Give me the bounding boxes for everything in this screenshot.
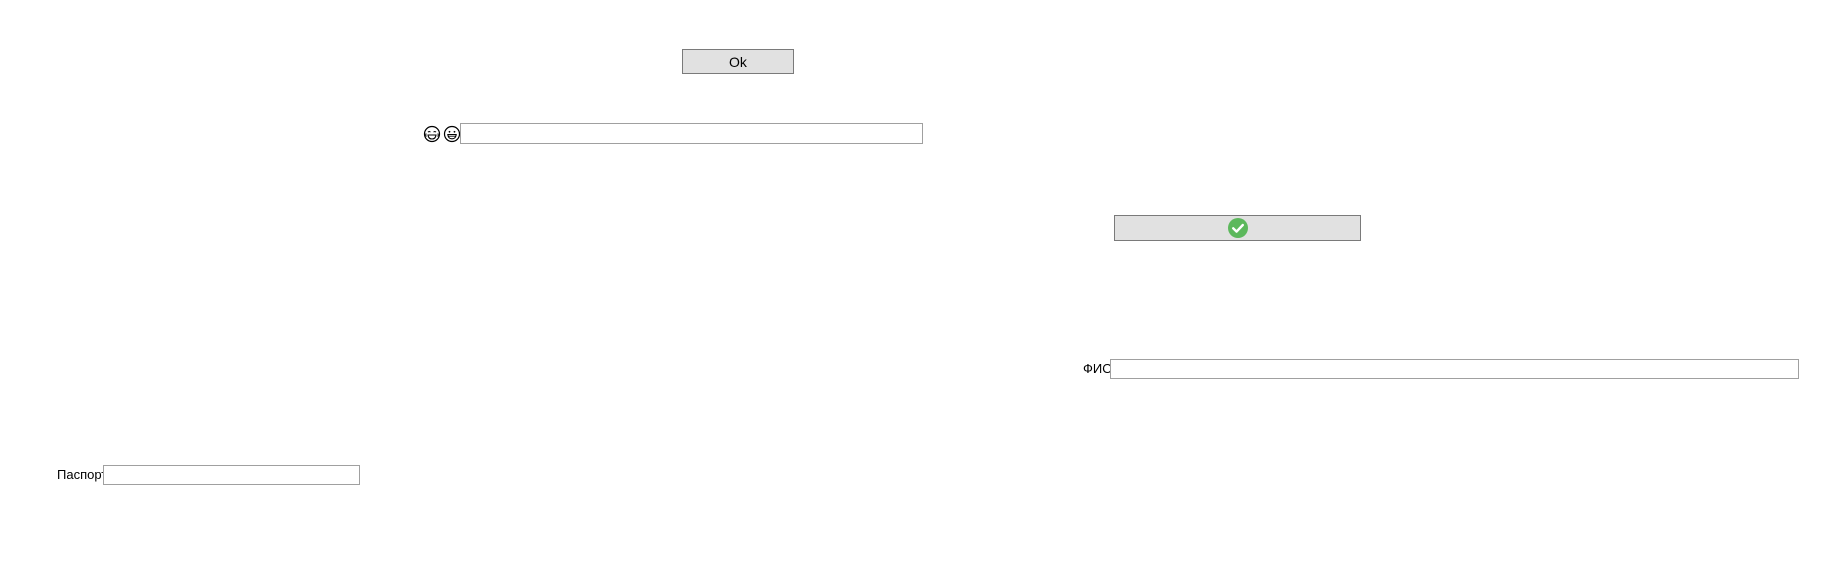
fio-input[interactable] [1110, 359, 1799, 379]
grinning-face-icon[interactable] [443, 125, 461, 143]
emoji-row-input[interactable] [460, 123, 923, 144]
grinning-with-tears-icon[interactable] [423, 125, 441, 143]
confirm-button[interactable] [1114, 215, 1361, 241]
ok-button[interactable]: Ok [682, 49, 794, 74]
passport-input[interactable] [103, 465, 360, 485]
fio-label: ФИО [1083, 361, 1113, 376]
check-circle-icon [1227, 218, 1248, 238]
passport-label: Паспорт [57, 467, 108, 482]
